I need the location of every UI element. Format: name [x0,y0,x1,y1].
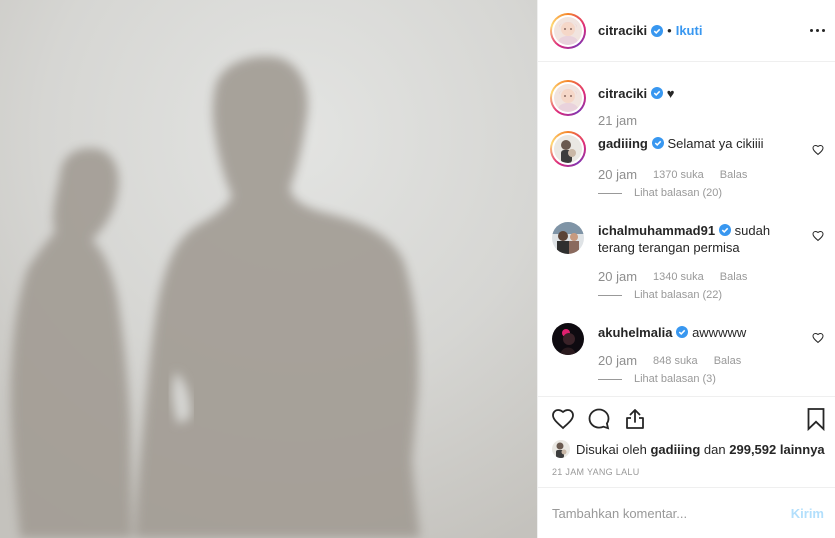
replies-divider-line [598,294,622,296]
avatar [554,16,582,45]
verified-badge-icon [676,326,689,338]
separator-dot: • [667,23,672,38]
instagram-post: citraciki • Ikuti citraciki ♥ 21 jam gad… [0,0,835,538]
add-comment-input[interactable] [552,505,791,521]
avatar [554,135,582,163]
caption-time[interactable]: 21 jam [598,113,637,128]
post-side-panel: citraciki • Ikuti citraciki ♥ 21 jam gad… [537,0,835,538]
comment-likes-count[interactable]: 1340 suka [653,269,704,286]
verified-badge-icon [651,137,664,149]
caption-text: ♥ [666,86,675,101]
comment-like-heart-icon[interactable] [812,230,824,242]
like-heart-icon[interactable] [551,407,575,431]
liked-by-user[interactable]: gadiiing [650,442,700,457]
reply-button[interactable]: Balas [720,167,748,184]
comment-text: awwwww [692,325,747,340]
post-photo[interactable] [0,0,537,538]
add-comment-bar: Kirim [538,487,835,538]
comment-time[interactable]: 20 jam [598,269,637,286]
replies-divider-line [598,378,622,380]
comment-likes-count[interactable]: 848 suka [653,353,698,370]
comment-username[interactable]: gadiiing [598,136,648,151]
verified-badge-icon [651,24,664,37]
liked-by-conj: dan [703,441,726,457]
shadow-silhouette-image [0,0,537,538]
view-replies-label: Lihat balasan (20) [634,187,723,199]
comment-avatar[interactable] [552,222,584,254]
post-timestamp[interactable]: 21 JAM YANG LALU [552,467,640,477]
comment-username[interactable]: ichalmuhammad91 [598,223,715,238]
liked-by-others[interactable]: 299,592 lainnya [729,442,824,457]
verified-badge-icon [651,87,664,99]
view-replies-button[interactable]: Lihat balasan (20) [598,187,722,199]
comments-list: citraciki ♥ 21 jam gadiiing Selamat ya c… [538,63,835,395]
more-options-icon[interactable] [808,22,826,38]
likes-summary: Disukai oleh gadiiing dan 299,592 lainny… [552,440,825,458]
comment-text: Selamat ya cikiiii [667,136,764,151]
post-header: citraciki • Ikuti [538,0,835,62]
view-replies-button[interactable]: Lihat balasan (3) [598,373,716,385]
comment-likes-count[interactable]: 1370 suka [653,167,704,184]
header-username[interactable]: citraciki [598,23,647,38]
comment-bubble-icon[interactable] [587,407,611,431]
comment-like-heart-icon[interactable] [812,332,824,344]
view-replies-label: Lihat balasan (22) [634,289,723,301]
share-icon[interactable] [623,407,647,431]
liked-by-prefix: Disukai oleh [576,441,647,457]
liker-avatar[interactable] [552,440,570,458]
comment-like-heart-icon[interactable] [812,144,824,156]
comment-time[interactable]: 20 jam [598,353,637,370]
bookmark-icon[interactable] [804,407,828,431]
verified-badge-icon [719,224,732,236]
follow-button[interactable]: Ikuti [676,23,703,38]
comment-username[interactable]: akuhelmalia [598,325,672,340]
caption-avatar[interactable] [550,80,586,116]
post-actions: Disukai oleh gadiiing dan 299,592 lainny… [538,396,835,486]
avatar [554,84,582,112]
view-replies-label: Lihat balasan (3) [634,373,716,385]
comment-avatar[interactable] [550,131,586,167]
story-ring-avatar[interactable] [550,12,586,49]
comment-avatar[interactable] [552,323,584,355]
caption-username[interactable]: citraciki [598,86,647,101]
comment-time[interactable]: 20 jam [598,167,637,184]
reply-button[interactable]: Balas [714,353,742,370]
post-comment-button[interactable]: Kirim [791,506,824,521]
reply-button[interactable]: Balas [720,269,748,286]
replies-divider-line [598,192,622,194]
view-replies-button[interactable]: Lihat balasan (22) [598,289,722,301]
